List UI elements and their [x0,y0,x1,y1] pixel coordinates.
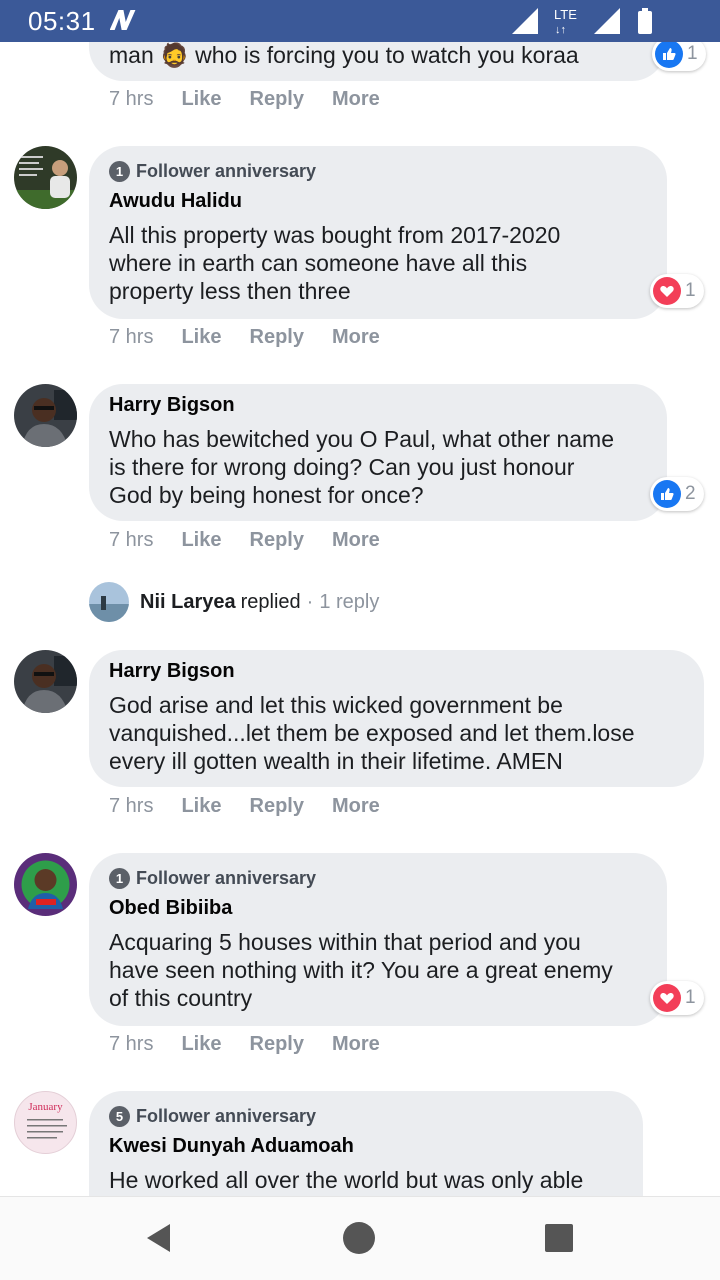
avatar[interactable] [14,146,77,209]
comment-bubble[interactable]: 1 Follower anniversary Obed Bibiiba Acqu… [89,853,667,1026]
comment-bubble[interactable]: Harry Bigson God arise and let this wick… [89,650,704,787]
comment-actions: 7 hrs Like Reply More [109,88,408,111]
replies-link[interactable]: Nii Laryea replied · 1 reply [89,582,379,622]
like-link[interactable]: Like [181,326,221,349]
svg-text:↓↑: ↓↑ [555,24,566,36]
comment-author[interactable]: Awudu Halidu [109,188,647,214]
comment-author[interactable]: Harry Bigson [109,392,647,418]
notification-n-icon [109,6,138,39]
comment-author[interactable]: Harry Bigson [109,658,684,684]
comment-bubble[interactable]: man 🧔 who is forcing you to watch you ko… [89,42,666,81]
reply-link[interactable]: Reply [250,1033,304,1056]
comment-text: man 🧔 who is forcing you to watch you ko… [109,42,579,68]
avatar[interactable]: January [14,1091,77,1154]
anniversary-badge-icon: 5 [109,1105,130,1127]
recents-icon[interactable] [545,1224,573,1252]
love-reaction-icon [653,277,681,305]
comment-actions: 7 hrs Like Reply More [109,529,408,552]
comment-time: 7 hrs [109,88,154,110]
comment-actions: 7 hrs Like Reply More [109,326,408,349]
navigation-bar [0,1196,720,1280]
comments-list[interactable]: man 🧔 who is forcing you to watch you ko… [0,42,720,1196]
more-link[interactable]: More [332,326,380,349]
reply-link[interactable]: Reply [250,326,304,349]
comment-time: 7 hrs [109,529,154,551]
back-icon[interactable] [146,1223,172,1258]
reply-count: 1 reply [319,590,380,613]
like-link[interactable]: Like [181,529,221,552]
comment-time: 7 hrs [109,1033,154,1055]
follower-badge: 1 Follower anniversary [109,158,647,184]
svg-text:LTE: LTE [554,7,577,22]
like-link[interactable]: Like [181,795,221,818]
reaction-count[interactable]: 1 [650,981,704,1015]
comment-author[interactable]: Kwesi Dunyah Aduamoah [109,1133,623,1159]
comment-text: He worked all over the world but was onl… [109,1167,584,1193]
anniversary-badge-icon: 1 [109,867,130,889]
signal-icon [512,8,538,34]
love-reaction-icon [653,984,681,1012]
comment-text: All this property was bought from 2017-2… [109,222,561,304]
like-link[interactable]: Like [181,1033,221,1056]
comment-time: 7 hrs [109,326,154,348]
reply-link[interactable]: Reply [250,88,304,111]
reaction-count[interactable]: 1 [652,42,706,71]
comment-bubble[interactable]: 5 Follower anniversary Kwesi Dunyah Adua… [89,1091,643,1196]
more-link[interactable]: More [332,529,380,552]
more-link[interactable]: More [332,88,380,111]
reply-link[interactable]: Reply [250,795,304,818]
comment-bubble[interactable]: 1 Follower anniversary Awudu Halidu All … [89,146,667,319]
avatar[interactable] [14,384,77,447]
follower-badge: 5 Follower anniversary [109,1103,623,1129]
like-reaction-icon [655,42,683,68]
reply-link[interactable]: Reply [250,529,304,552]
comment-time: 7 hrs [109,795,154,817]
comment-author[interactable]: Obed Bibiiba [109,895,647,921]
reaction-count[interactable]: 2 [650,477,704,511]
more-link[interactable]: More [332,795,380,818]
reply-avatar [89,582,129,622]
avatar[interactable] [14,650,77,713]
follower-badge: 1 Follower anniversary [109,865,647,891]
reply-author: Nii Laryea [140,590,236,613]
comment-bubble[interactable]: Harry Bigson Who has bewitched you O Pau… [89,384,667,521]
more-link[interactable]: More [332,1033,380,1056]
like-link[interactable]: Like [181,88,221,111]
status-icons: LTE ↓↑ [506,6,696,36]
comment-text: God arise and let this wicked government… [109,692,635,774]
home-icon[interactable] [343,1222,375,1254]
anniversary-badge-icon: 1 [109,160,130,182]
comment-actions: 7 hrs Like Reply More [109,1033,408,1056]
like-reaction-icon [653,480,681,508]
avatar[interactable] [14,853,77,916]
status-time: 05:31 [28,6,96,36]
reaction-count[interactable]: 1 [650,274,704,308]
status-bar: 05:31 LTE ↓↑ [0,0,720,42]
comment-text: Acquaring 5 houses within that period an… [109,929,613,1011]
comment-actions: 7 hrs Like Reply More [109,795,408,818]
reply-verb: replied [240,590,301,613]
comment-text: Who has bewitched you O Paul, what other… [109,426,615,508]
